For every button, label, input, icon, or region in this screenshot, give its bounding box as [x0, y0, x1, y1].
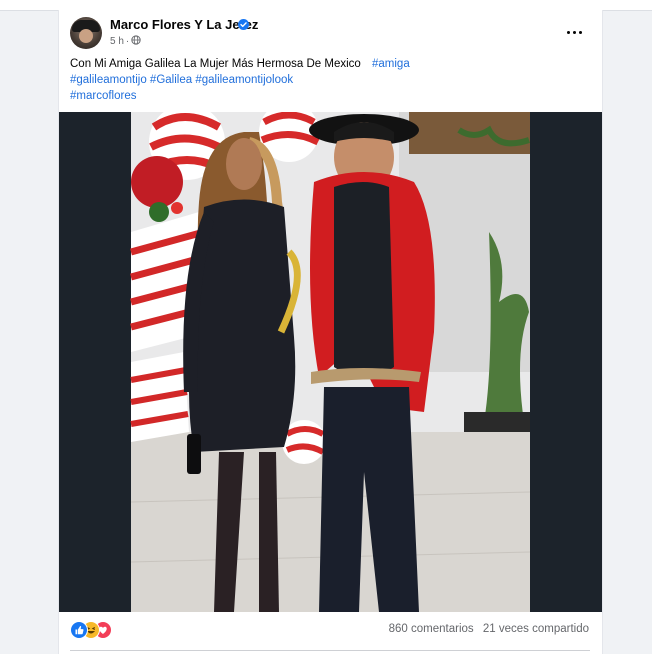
- post-text-line-3: #marcoflores: [70, 88, 590, 104]
- hashtag-galileamontijo[interactable]: #galileamontijo: [70, 74, 147, 86]
- post-text: Con Mi Amiga Galilea La Mujer Más Hermos…: [70, 56, 590, 104]
- hashtag-galilea[interactable]: #Galilea: [150, 74, 192, 86]
- post-time[interactable]: 5 h: [110, 36, 124, 47]
- more-options-button[interactable]: [559, 18, 589, 46]
- post-photo[interactable]: [59, 112, 602, 612]
- hashtag-amiga[interactable]: #amiga: [372, 58, 410, 70]
- like-icon: [70, 621, 88, 639]
- more-options-icon-dot: [566, 30, 570, 34]
- avatar[interactable]: [70, 17, 102, 49]
- post-card: Marco Flores Y La Jerez 5 h · Con Mi Amig…: [58, 10, 603, 654]
- hashtag-galileamontijolook[interactable]: #galileamontijolook: [195, 74, 293, 86]
- more-options-icon-dot: [578, 30, 582, 34]
- post-text-line-2: #galileamontijo #Galilea #galileamontijo…: [70, 72, 590, 88]
- verified-badge-icon: [238, 19, 249, 30]
- post-header: Marco Flores Y La Jerez 5 h ·: [59, 10, 602, 54]
- shares-count[interactable]: 21 veces compartido: [483, 623, 589, 635]
- post-meta: 5 h ·: [110, 35, 141, 47]
- post-text-line-1: Con Mi Amiga Galilea La Mujer Más Hermos…: [70, 56, 590, 72]
- hashtag-marcoflores[interactable]: #marcoflores: [70, 90, 136, 102]
- meta-separator: ·: [125, 36, 130, 47]
- photo-illustration: [59, 112, 602, 612]
- divider: [70, 650, 590, 651]
- post-caption: Con Mi Amiga Galilea La Mujer Más Hermos…: [70, 58, 361, 70]
- post-stats: 860 comentarios 21 veces compartido: [383, 623, 589, 635]
- comments-count[interactable]: 860 comentarios: [389, 623, 474, 635]
- globe-icon[interactable]: [131, 35, 141, 45]
- author-name[interactable]: Marco Flores Y La Jerez: [110, 17, 258, 32]
- avatar-face: [79, 29, 93, 43]
- more-options-icon-dot: [572, 30, 576, 34]
